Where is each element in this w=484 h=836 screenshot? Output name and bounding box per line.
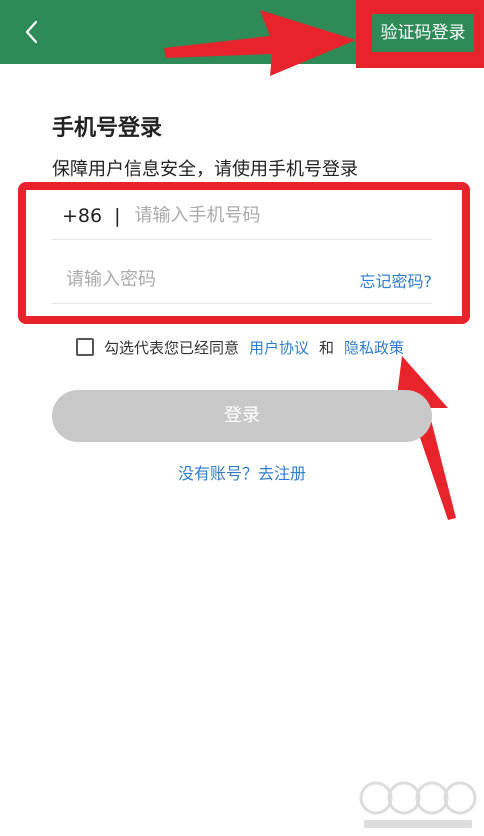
register-link[interactable]: 没有账号？去注册 (0, 460, 484, 484)
phone-input[interactable] (134, 205, 355, 226)
login-button[interactable]: 登录 (52, 390, 432, 442)
phone-row: +86 | (52, 192, 432, 240)
agreement-text: 勾选代表您已经同意 (104, 338, 240, 357)
page-title: 手机号登录 (52, 116, 163, 141)
privacy-policy-link[interactable]: 隐私政策 (344, 337, 404, 358)
agreement-row: 勾选代表您已经同意 用户协议 和 隐私政策 (76, 336, 414, 358)
separator: | (114, 204, 121, 227)
kk-watermark-logo (359, 781, 477, 828)
sms-login-button[interactable]: 验证码登录 (372, 14, 474, 52)
user-agreement-link[interactable]: 用户协议 (249, 337, 309, 358)
and-text: 和 (319, 338, 335, 357)
agreement-checkbox[interactable] (76, 338, 94, 356)
forgot-password-link[interactable]: 忘记密码? (360, 268, 433, 292)
chevron-left-icon (25, 20, 38, 44)
password-row: 忘记密码? (52, 256, 432, 304)
page-subtitle: 保障用户信息安全，请使用手机号登录 (52, 159, 358, 180)
country-code[interactable]: +86 (62, 205, 102, 227)
password-input[interactable] (66, 269, 316, 290)
back-button[interactable] (14, 14, 50, 50)
